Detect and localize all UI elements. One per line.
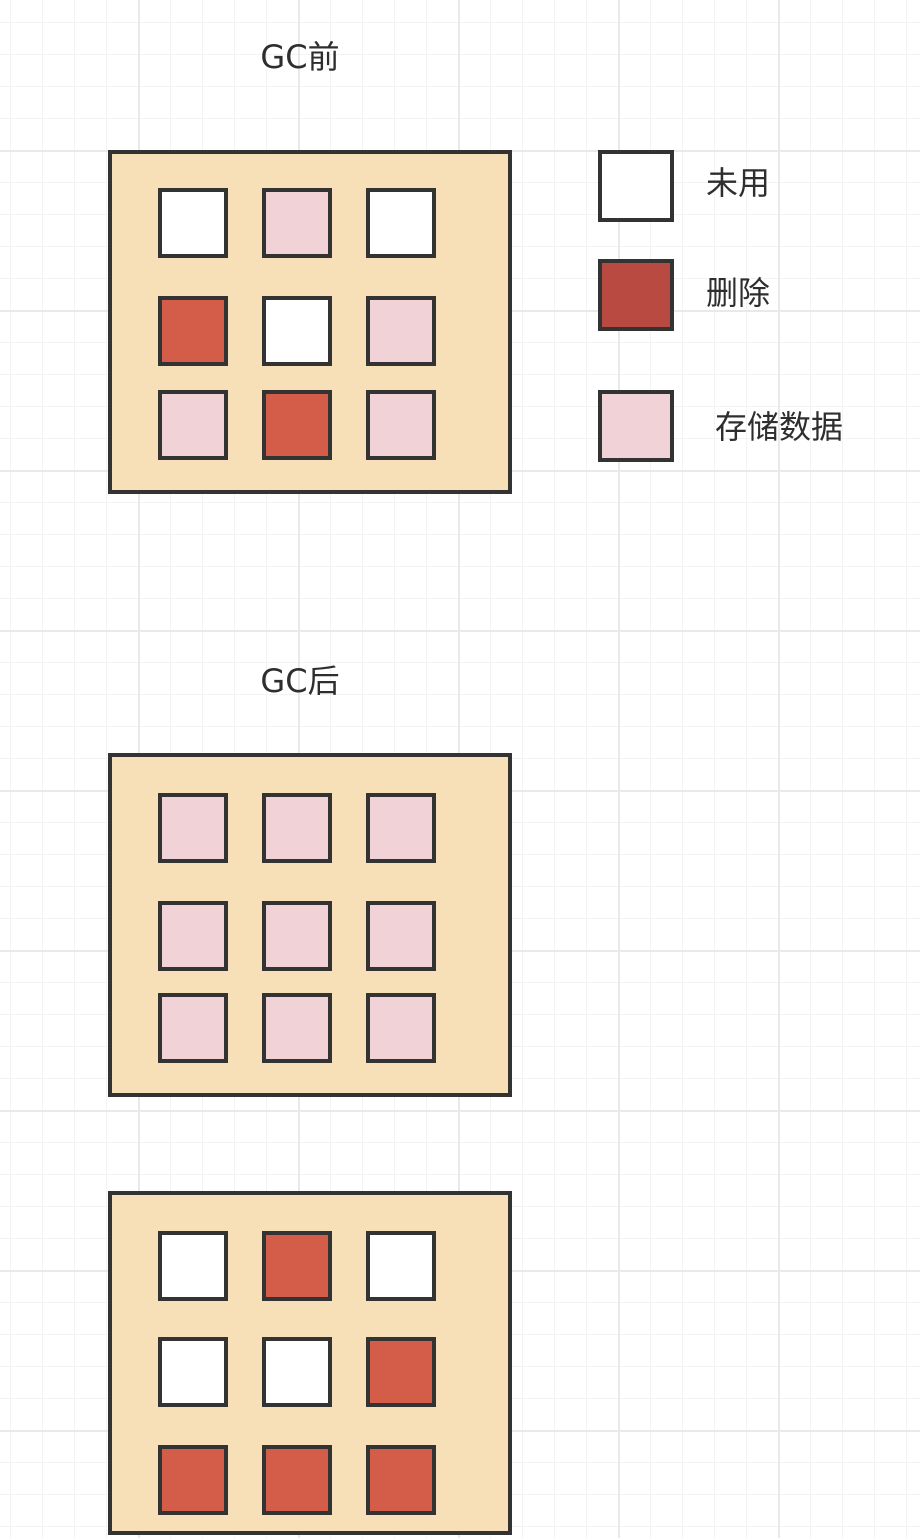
memory-cell-deleted: [366, 1337, 436, 1407]
memory-cell-unused: [158, 1337, 228, 1407]
memory-block-before-gc: [108, 150, 512, 494]
memory-cell-stored: [262, 993, 332, 1063]
title-before-gc: GC前: [260, 38, 340, 76]
memory-cell-unused: [262, 1337, 332, 1407]
legend-swatch-deleted: [598, 259, 674, 331]
memory-block-after-gc-compacted: [108, 753, 512, 1097]
memory-cell-unused: [158, 1231, 228, 1301]
legend-label-stored: 存储数据: [715, 408, 844, 446]
memory-cell-unused: [262, 296, 332, 366]
title-after-gc: GC后: [260, 662, 340, 700]
legend-swatch-unused: [598, 150, 674, 222]
memory-cell-deleted: [158, 1445, 228, 1515]
memory-cell-deleted: [262, 1445, 332, 1515]
memory-cell-stored: [366, 390, 436, 460]
memory-cell-stored: [366, 993, 436, 1063]
memory-cell-stored: [366, 296, 436, 366]
memory-cell-stored: [366, 793, 436, 863]
memory-block-after-gc-freed: [108, 1191, 512, 1535]
memory-cell-deleted: [366, 1445, 436, 1515]
memory-cell-stored: [158, 993, 228, 1063]
memory-cell-stored: [158, 390, 228, 460]
memory-cell-stored: [262, 901, 332, 971]
memory-cell-stored: [366, 901, 436, 971]
memory-cell-deleted: [262, 1231, 332, 1301]
legend-label-unused: 未用: [706, 164, 771, 202]
legend-swatch-stored: [598, 390, 674, 462]
memory-cell-deleted: [262, 390, 332, 460]
memory-cell-deleted: [158, 296, 228, 366]
memory-cell-unused: [366, 188, 436, 258]
memory-cell-stored: [158, 793, 228, 863]
memory-cell-stored: [262, 793, 332, 863]
memory-cell-unused: [366, 1231, 436, 1301]
memory-cell-stored: [158, 901, 228, 971]
memory-cell-stored: [262, 188, 332, 258]
memory-cell-unused: [158, 188, 228, 258]
legend-label-deleted: 删除: [706, 274, 771, 312]
